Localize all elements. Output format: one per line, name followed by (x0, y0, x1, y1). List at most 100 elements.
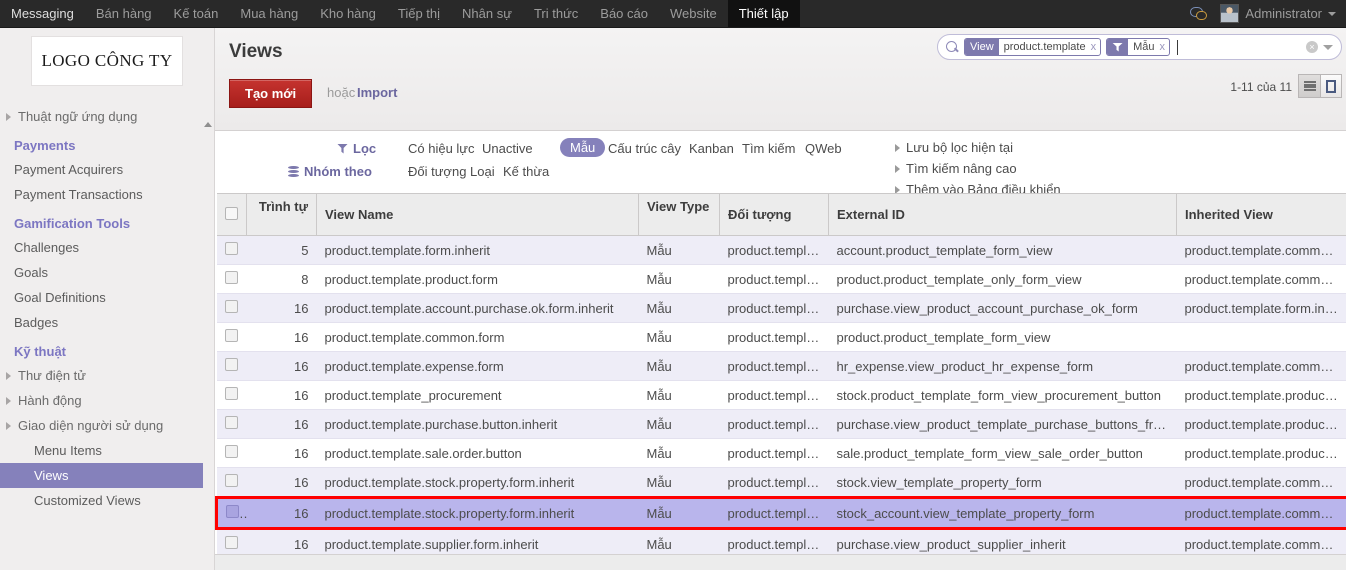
table-row[interactable]: 16 product.template.expense.form Mẫu produc… (216, 351, 1346, 381)
table-row[interactable]: 16 product.template.stock.property.form.i… (216, 467, 1346, 498)
user-name: Administrator (1245, 6, 1322, 21)
cell-doi-tuong: product.template (719, 293, 829, 323)
table-row[interactable]: 16 product.template.common.form Mẫu product… (216, 322, 1346, 352)
table-row[interactable]: 16 product.template.account.purchase.ok.f… (216, 293, 1346, 323)
select-all-checkbox[interactable] (224, 206, 238, 220)
cell-inherited-view: product.template.common.form (1176, 264, 1346, 294)
scroll-up-arrow-icon[interactable] (204, 122, 212, 127)
sidebar-item-badges[interactable]: Badges (0, 310, 214, 335)
sidebar-item-thu-t-ng-ng-d-ng[interactable]: Thuật ngữ ứng dụng (0, 104, 214, 129)
create-button[interactable]: Tạo mới (229, 79, 313, 108)
row-checkbox[interactable] (224, 474, 238, 487)
sidebar-item-payment-acquirers[interactable]: Payment Acquirers (0, 157, 214, 182)
row-checkbox[interactable] (224, 300, 238, 313)
sidebar-item-th-i-n-t[interactable]: Thư điện tử (0, 363, 214, 388)
row-checkbox[interactable] (224, 536, 238, 549)
table-row[interactable]: 8 product.template.product.form Mẫu product… (216, 264, 1346, 294)
table-row[interactable]: 16 product.template_procurement Mẫu product… (216, 380, 1346, 410)
topnav-item-2[interactable]: Kế toán (163, 0, 230, 27)
search-facet-mau[interactable]: Mẫu x (1106, 38, 1170, 56)
filter-viewtype-mau[interactable]: Mẫu (560, 138, 606, 157)
row-checkbox[interactable] (224, 242, 238, 255)
sidebar-item-h-nh-ng[interactable]: Hành động (0, 388, 214, 413)
groupby-menu-button[interactable]: Nhóm theo (288, 164, 372, 179)
chevron-down-icon[interactable] (1323, 44, 1333, 50)
search-bar[interactable]: View product.template x Mẫu x × (937, 34, 1342, 60)
save-current-filter-link[interactable]: Lưu bộ lọc hiện tại (895, 137, 1061, 158)
search-facet-mau-remove[interactable]: x (1160, 41, 1170, 53)
search-facet-view-value: product.template (998, 39, 1091, 55)
topnav-item-8[interactable]: Báo cáo (589, 0, 659, 27)
row-checkbox[interactable] (224, 358, 238, 371)
topnav-item-10[interactable]: Thiết lập (727, 0, 800, 27)
column-header-doi-tuong[interactable]: Đối tượng (719, 193, 829, 236)
row-checkbox[interactable] (226, 505, 239, 518)
filter-viewtype-qweb[interactable]: QWeb (805, 141, 842, 156)
topnav-item-7[interactable]: Tri thức (523, 0, 589, 27)
list-view-icon[interactable] (1298, 74, 1320, 98)
database-icon (288, 166, 299, 178)
chat-bubble-icon[interactable] (1190, 5, 1210, 23)
advanced-search-link[interactable]: Tìm kiếm nâng cao (895, 158, 1061, 179)
topnav-item-0[interactable]: Messaging (0, 0, 85, 27)
groupby-option-ke-thua[interactable]: Kế thừa (503, 164, 549, 179)
column-header-view-name[interactable]: View Name (316, 193, 639, 236)
sidebar-item-goals[interactable]: Goals (0, 260, 214, 285)
topnav-item-9[interactable]: Website (659, 0, 728, 27)
table-row[interactable]: 16 product.template.sale.order.button Mẫu p… (216, 438, 1346, 468)
sidebar-item-goal-definitions[interactable]: Goal Definitions (0, 285, 214, 310)
search-facet-view-remove[interactable]: x (1091, 41, 1100, 53)
clear-circle-icon[interactable]: × (1306, 41, 1318, 53)
filter-option-co-hieu-luc[interactable]: Có hiệu lực (408, 141, 475, 156)
row-checkbox[interactable] (224, 271, 238, 284)
column-header-external-id[interactable]: External ID (828, 193, 1177, 236)
table-row[interactable]: 16 product.template.purchase.button.inher… (216, 409, 1346, 439)
cell-view-type: Mẫu (638, 467, 720, 498)
topnav-item-5[interactable]: Tiếp thị (387, 0, 451, 27)
topnav-item-6[interactable]: Nhân sự (451, 0, 523, 27)
filter-menu-button[interactable]: Lọc (337, 141, 376, 156)
search-facet-view[interactable]: View product.template x (964, 38, 1102, 56)
cell-doi-tuong: product.template (719, 235, 829, 265)
row-checkbox[interactable] (224, 329, 238, 342)
row-checkbox[interactable] (224, 416, 238, 429)
sidebar-item-label: Hành động (18, 393, 82, 408)
search-facet-mau-value: Mẫu (1128, 39, 1160, 55)
form-view-icon[interactable] (1320, 74, 1342, 98)
groupby-option-loai[interactable]: Loại (470, 164, 495, 179)
topnav-item-4[interactable]: Kho hàng (309, 0, 387, 27)
filter-viewtype-tim-kiem[interactable]: Tìm kiếm (742, 141, 795, 156)
cell-view-type: Mẫu (638, 293, 720, 323)
cell-doi-tuong: product.template (719, 351, 829, 381)
sidebar-item-giao-di-n-ng-i-s-d-ng[interactable]: Giao diện người sử dụng (0, 413, 214, 438)
sidebar-item-payments: Payments (14, 138, 76, 153)
cell-view-name: product.template.expense.form (316, 351, 639, 381)
column-header-inherited-view[interactable]: Inherited View (1176, 193, 1346, 236)
topnav-item-1[interactable]: Bán hàng (85, 0, 163, 27)
column-header-trinh-tu[interactable]: Trình tự (246, 193, 317, 236)
sidebar-item-customized-views[interactable]: Customized Views (0, 488, 214, 513)
search-controls: × (1306, 41, 1335, 53)
cell-inherited-view (1176, 322, 1346, 352)
sidebar-item-menu-items[interactable]: Menu Items (0, 438, 214, 463)
groupby-option-doi-tuong[interactable]: Đối tượng (408, 164, 466, 179)
cell-view-type: Mẫu (638, 380, 720, 410)
table-row[interactable]: 5 product.template.form.inherit Mẫu product… (216, 235, 1346, 265)
chevron-right-icon (6, 396, 11, 405)
filter-viewtype-cau-truc-cay[interactable]: Cấu trúc cây (608, 141, 681, 156)
import-link[interactable]: Import (357, 85, 397, 100)
column-header-view-type[interactable]: View Type (638, 193, 720, 236)
page-title: Views (229, 41, 283, 62)
topnav-item-3[interactable]: Mua hàng (229, 0, 309, 27)
sidebar-item-challenges[interactable]: Challenges (0, 235, 214, 260)
cell-external-id: sale.product_template_form_view_sale_ord… (828, 438, 1177, 468)
sidebar-item-payment-transactions[interactable]: Payment Transactions (0, 182, 214, 207)
sidebar-item-views[interactable]: Views (0, 463, 214, 488)
user-menu[interactable]: Administrator (1220, 4, 1336, 23)
filter-option-unactive[interactable]: Unactive (482, 141, 533, 156)
filter-viewtype-kanban[interactable]: Kanban (689, 141, 734, 156)
cell-doi-tuong: product.template (719, 496, 829, 530)
table-row[interactable]: 16 product.template.stock.property.form.i… (215, 496, 1346, 530)
row-checkbox[interactable] (224, 445, 238, 458)
row-checkbox[interactable] (224, 387, 238, 400)
